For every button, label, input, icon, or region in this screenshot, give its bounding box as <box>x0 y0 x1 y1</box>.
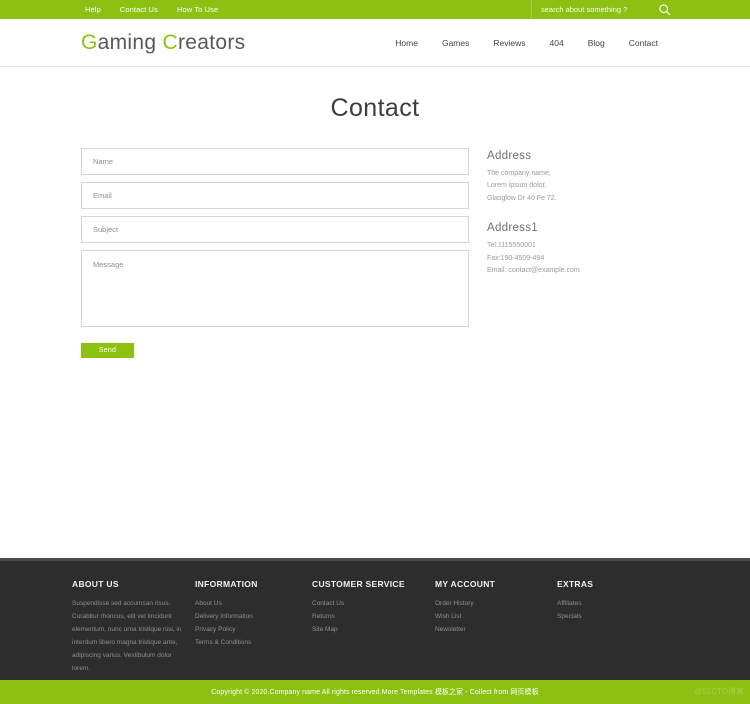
top-bar-links: Help Contact Us How To Use <box>85 5 218 14</box>
footer-wrapper: ABOUT US Suspendisse sed accumsan risus.… <box>0 558 750 704</box>
footer-column-my-account: MY ACCOUNT Order History Wish List Newsl… <box>435 579 557 680</box>
send-button[interactable]: Send <box>81 343 134 358</box>
message-textarea[interactable] <box>81 250 469 327</box>
address1-block: Address1 Tel:1115550001 Fax:190-4509-494… <box>487 222 687 277</box>
footer-heading-about: ABOUT US <box>72 579 119 589</box>
footer-link-affiliates[interactable]: Affiliates <box>557 597 657 610</box>
footer-link-about-us[interactable]: About Us <box>195 597 312 610</box>
footer-heading-information: INFORMATION <box>195 579 258 589</box>
footer-column-information: INFORMATION About Us Delivery Informatio… <box>195 579 312 680</box>
top-bar: Help Contact Us How To Use <box>0 0 750 19</box>
address1-title: Address1 <box>487 222 538 235</box>
logo-accent-c: C <box>162 30 178 54</box>
search-icon[interactable] <box>658 3 671 16</box>
footer-link-privacy-policy[interactable]: Privacy Policy <box>195 623 312 636</box>
footer-link-returns[interactable]: Returns <box>312 610 435 623</box>
footer-column-extras: EXTRAS Affiliates Specials <box>557 579 657 680</box>
address-line: The company name, <box>487 170 551 177</box>
footer-link-terms-conditions[interactable]: Terms & Conditions <box>195 636 312 649</box>
name-input[interactable] <box>81 148 469 175</box>
logo-text-reators: reators <box>177 30 246 54</box>
footer-link-contact-us[interactable]: Contact Us <box>312 597 435 610</box>
footer-link-newsletter[interactable]: Newsletter <box>435 623 557 636</box>
nav-item-404[interactable]: 404 <box>550 38 564 48</box>
footer-link-delivery-information[interactable]: Delivery Information <box>195 610 312 623</box>
footer-heading-extras: EXTRAS <box>557 579 594 589</box>
contact-form: Send <box>81 148 469 358</box>
footer-column-customer-service: CUSTOMER SERVICE Contact Us Returns Site… <box>312 579 435 680</box>
page-title: Contact <box>330 94 420 122</box>
footer-about-text: Suspendisse sed accumsan risus. Curabitu… <box>72 600 182 672</box>
address-line: Glasglow Dr 40 Fe 72. <box>487 194 557 202</box>
email-input[interactable] <box>81 182 469 209</box>
nav-item-reviews[interactable]: Reviews <box>493 38 525 48</box>
footer-heading-my-account: MY ACCOUNT <box>435 579 496 589</box>
footer-link-order-history[interactable]: Order History <box>435 597 557 610</box>
nav-item-blog[interactable]: Blog <box>588 38 605 48</box>
search-container <box>531 0 750 19</box>
nav-item-games[interactable]: Games <box>442 38 469 48</box>
footer-link-wish-list[interactable]: Wish List <box>435 610 557 623</box>
address-block: Address The company name, Lorem ipsum do… <box>487 150 687 205</box>
copyright-text: Copyright © 2020.Company name All rights… <box>211 689 539 696</box>
logo-accent-g: G <box>81 30 98 54</box>
site-logo[interactable]: Gaming Creators <box>81 31 245 55</box>
footer-heading-customer-service: CUSTOMER SERVICE <box>312 579 405 589</box>
content-area: Send Address The company name, Lorem ips… <box>0 148 750 358</box>
address-sidebar: Address The company name, Lorem ipsum do… <box>487 148 687 278</box>
address1-email: Email: contact@example.com <box>487 267 580 275</box>
address1-fax: Fax:190-4509-494 <box>487 254 545 262</box>
logo-text-aming: aming <box>97 30 163 54</box>
search-input[interactable] <box>541 5 651 14</box>
nav-item-contact[interactable]: Contact <box>629 38 658 48</box>
address-line: Lorem ipsum dolor, <box>487 182 547 190</box>
topbar-link-contact-us[interactable]: Contact Us <box>120 5 158 14</box>
subject-input[interactable] <box>81 216 469 243</box>
footer-link-site-map[interactable]: Site Map <box>312 623 435 636</box>
nav-item-home[interactable]: Home <box>395 38 418 48</box>
site-footer: ABOUT US Suspendisse sed accumsan risus.… <box>0 561 750 680</box>
topbar-link-help[interactable]: Help <box>85 5 101 14</box>
address1-tel: Tel:1115550001 <box>487 242 536 250</box>
watermark: @51CTO博客 <box>694 687 744 696</box>
main-navigation: Home Games Reviews 404 Blog Contact <box>395 38 658 48</box>
topbar-link-how-to-use[interactable]: How To Use <box>177 5 218 14</box>
address-title: Address <box>487 150 532 162</box>
copyright-bar: Copyright © 2020.Company name All rights… <box>0 680 750 704</box>
footer-column-about: ABOUT US Suspendisse sed accumsan risus.… <box>72 579 195 680</box>
site-header: Gaming Creators Home Games Reviews 404 B… <box>0 19 750 67</box>
footer-link-specials[interactable]: Specials <box>557 610 657 623</box>
